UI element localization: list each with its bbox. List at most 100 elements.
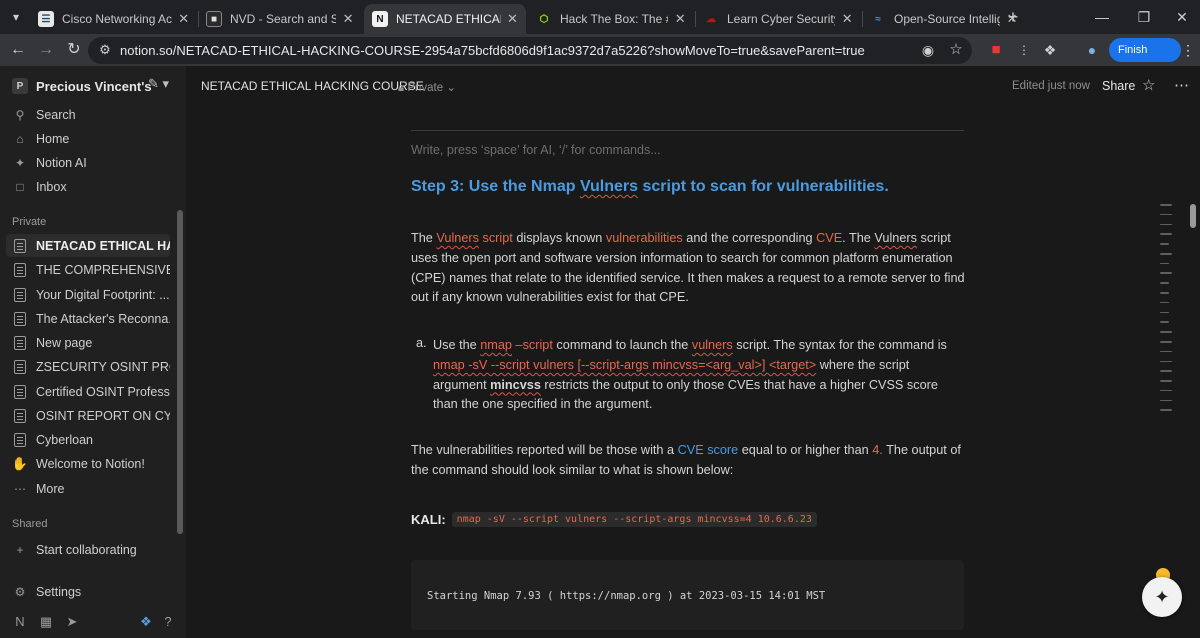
visibility-badge[interactable]: 🔒︎ Private ⌄: [398, 80, 456, 95]
sidebar-page-item[interactable]: Your Digital Footprint: ...: [6, 283, 170, 306]
notion-mail-icon[interactable]: N: [12, 614, 28, 630]
url-text[interactable]: notion.so/NETACAD-ETHICAL-HACKING-COURSE…: [120, 43, 865, 58]
start-collaborating-button[interactable]: + Start collaborating: [6, 538, 170, 561]
page-icon: [12, 238, 28, 254]
list-item-syntax[interactable]: Use the nmap –script command to launch t…: [433, 336, 963, 415]
sidebar-item-search[interactable]: ⚲ Search: [6, 103, 170, 126]
inbox-icon: □: [16, 179, 24, 194]
private-section-header: Private: [12, 216, 47, 228]
page-icon: [12, 359, 28, 375]
code-block[interactable]: Starting Nmap 7.93 ( https://nmap.org ) …: [411, 560, 964, 630]
sidebar-page-item[interactable]: OSINT REPORT ON CYB...: [6, 404, 170, 427]
page-icon: [12, 311, 28, 327]
sidebar-page-item[interactable]: ✋ Welcome to Notion!: [6, 452, 170, 475]
browser-menu-icon[interactable]: ⋮: [1181, 38, 1195, 62]
tab-notion[interactable]: N NETACAD ETHICAL HACKI ✕: [364, 4, 526, 34]
notion-ai-assistant-button[interactable]: ✦: [1142, 577, 1182, 617]
inline-code-command: nmap -sV --script vulners --script-args …: [451, 512, 817, 527]
sidebar-item-inbox[interactable]: □ Inbox: [6, 175, 170, 198]
home-icon: ⌂: [16, 131, 24, 146]
edited-status: Edited just now: [1012, 80, 1090, 92]
tab-cisco[interactable]: ☰ Cisco Networking Academ ✕: [30, 4, 198, 34]
shared-section-header: Shared: [12, 518, 48, 530]
calendar-icon[interactable]: ▦: [38, 614, 54, 630]
sidebar-page-item[interactable]: The Attacker's Reconna...: [6, 307, 170, 330]
send-icon[interactable]: ➤: [64, 614, 80, 630]
bookmark-star-icon[interactable]: ☆: [944, 38, 968, 62]
address-bar[interactable]: ⚙ notion.so/NETACAD-ETHICAL-HACKING-COUR…: [88, 37, 972, 64]
tab-title: Cisco Networking Academ: [62, 12, 172, 26]
empty-block-placeholder[interactable]: Write, press ‘space’ for AI, ‘/’ for com…: [411, 143, 661, 157]
tab-title: Hack The Box: The #1 Cybe: [560, 12, 668, 26]
close-tab-icon[interactable]: ✕: [674, 11, 686, 27]
htb-icon: ⬡: [539, 13, 549, 25]
maximize-button[interactable]: ❐: [1124, 6, 1164, 28]
site-info-icon[interactable]: ⚙: [96, 41, 114, 59]
reload-icon[interactable]: ↻: [62, 38, 86, 62]
page-icon: [12, 287, 28, 303]
templates-icon[interactable]: ❖: [138, 614, 154, 630]
sidebar-page-item[interactable]: Certified OSINT Profess...: [6, 380, 170, 403]
tryhackme-icon: ☁: [706, 13, 716, 25]
breadcrumb-title[interactable]: NETACAD ETHICAL HACKING COURSE: [201, 79, 424, 93]
new-page-edit-icon[interactable]: ✎ ▾: [148, 76, 169, 92]
sidebar-item-notion-ai[interactable]: ✦ Notion AI: [6, 151, 170, 174]
close-tab-icon[interactable]: ✕: [841, 11, 853, 27]
minimize-button[interactable]: —: [1082, 6, 1122, 28]
sidebar-page-item[interactable]: Cyberloan: [6, 428, 170, 451]
extension-red-icon[interactable]: ■: [984, 38, 1008, 62]
page-icon: [12, 335, 28, 351]
close-window-button[interactable]: ✕: [1162, 6, 1200, 28]
back-arrow-icon[interactable]: ←: [6, 38, 30, 62]
paragraph-vulners-intro[interactable]: The Vulners script displays known vulner…: [411, 229, 971, 308]
workspace-name: Precious Vincent's: [36, 78, 152, 94]
sidebar-item-settings[interactable]: ⚙ Settings: [6, 580, 170, 603]
sidebar-item-more[interactable]: ⋯ More: [6, 477, 170, 500]
osint-icon: ≈: [875, 13, 881, 25]
workspace-switcher[interactable]: P Precious Vincent's: [12, 78, 152, 94]
tab-hackthebox[interactable]: ⬡ Hack The Box: The #1 Cybe ✕: [528, 4, 694, 34]
lock-icon: 🔒︎: [398, 82, 408, 94]
tab-search-icon[interactable]: ▾: [4, 5, 28, 29]
page-scrollbar[interactable]: [1190, 204, 1196, 228]
page-menu-icon[interactable]: ⋯: [1174, 76, 1189, 94]
waving-hand-icon: ✋: [11, 455, 29, 471]
extensions-puzzle-icon[interactable]: ❖: [1038, 38, 1062, 62]
page-icon: [12, 384, 28, 400]
sidebar-scrollbar[interactable]: [177, 210, 183, 534]
paragraph-cve-score[interactable]: The vulnerabilities reported will be tho…: [411, 441, 971, 481]
page-icon: [12, 432, 28, 448]
gear-icon: ⚙: [14, 584, 26, 599]
help-circle-icon[interactable]: ?: [160, 614, 176, 630]
finish-update-button[interactable]: Finish update ⋮: [1109, 38, 1195, 80]
workspace-badge: P: [12, 78, 28, 94]
close-tab-icon[interactable]: ✕: [178, 11, 191, 27]
tab-title: NVD - Search and Statistic: [230, 12, 337, 26]
kali-command-line[interactable]: KALI: nmap -sV --script vulners --script…: [411, 512, 817, 527]
sidebar-page-item[interactable]: THE COMPREHENSIVE ...: [6, 258, 170, 281]
forward-arrow-icon[interactable]: →: [34, 38, 58, 62]
extension-dots-icon[interactable]: ⋮: [1012, 38, 1036, 62]
sidebar-page-item[interactable]: New page: [6, 331, 170, 354]
close-tab-icon[interactable]: ✕: [342, 11, 354, 27]
share-button[interactable]: Share: [1102, 79, 1135, 93]
sidebar-page-item[interactable]: ZSECURITY OSINT PRO...: [6, 355, 170, 378]
nvd-icon: ■: [206, 11, 222, 27]
tab-title: Learn Cyber Security | TryH: [727, 12, 835, 26]
page-outline-minimap[interactable]: [1160, 204, 1174, 419]
code-line: Starting Nmap 7.93 ( https://nmap.org ) …: [427, 590, 826, 602]
new-tab-button[interactable]: +: [1001, 5, 1025, 29]
sidebar-page-item[interactable]: NETACAD ETHICAL HA...: [6, 234, 170, 257]
plus-icon: +: [16, 542, 24, 557]
search-icon: ⚲: [15, 107, 25, 122]
eye-off-icon[interactable]: ◉: [916, 38, 940, 62]
tab-tryhackme[interactable]: ☁ Learn Cyber Security | TryH ✕: [695, 4, 861, 34]
tab-nvd[interactable]: ■ NVD - Search and Statistic ✕: [198, 4, 362, 34]
favorite-star-icon[interactable]: ☆: [1142, 76, 1155, 94]
divider: [411, 130, 964, 131]
sidebar-item-home[interactable]: ⌂ Home: [6, 127, 170, 150]
close-tab-icon[interactable]: ✕: [507, 11, 518, 27]
page-main: NETACAD ETHICAL HACKING COURSE 🔒︎ Privat…: [186, 66, 1200, 638]
profile-avatar-icon[interactable]: ●: [1080, 38, 1104, 62]
page-topbar: NETACAD ETHICAL HACKING COURSE 🔒︎ Privat…: [186, 66, 1200, 106]
